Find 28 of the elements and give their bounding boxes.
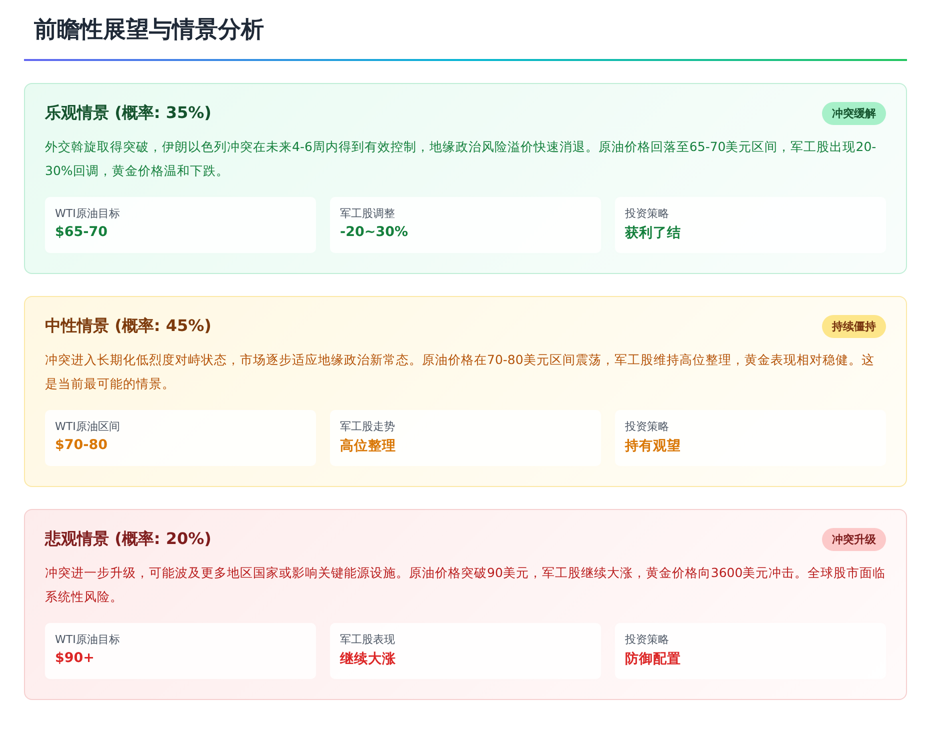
metric-label: WTI原油区间 [55,419,120,434]
metric-label: 军工股表现 [340,632,395,647]
status-badge: 冲突缓解 [822,102,886,125]
metric-value: 获利了结 [625,224,681,242]
status-badge: 持续僵持 [822,315,886,338]
status-badge: 冲突升级 [822,528,886,551]
scenario-description: 外交斡旋取得突破，伊朗以色列冲突在未来4-6周内得到有效控制，地缘政治风险溢价快速消退。原油价格回落至65-70美元区间，军工股出现20-30%回调，黄金价格温和下跌。 [45,138,878,180]
metric-value: $70-80 [55,437,108,453]
section-title: 前瞻性展望与情景分析 [34,16,265,45]
metric-label: WTI原油目标 [55,632,120,647]
metric-value: $90+ [55,650,94,666]
metric-label: 投资策略 [625,419,669,434]
scenario-description: 冲突进入长期化低烈度对峙状态，市场逐步适应地缘政治新常态。原油价格在70-80美元区间震荡，军工股维持高位整理，黄金表现相对稳健。这是当前最可能的情景。 [45,351,876,393]
scenario-title: 悲观情景 (概率: 20%) [45,529,212,550]
metric-value: 继续大涨 [340,650,396,668]
metric-value: 持有观望 [625,437,681,455]
metric-label: 军工股调整 [340,206,395,221]
metric-label: 投资策略 [625,632,669,647]
scenario-title: 中性情景 (概率: 45%) [45,316,212,337]
scenario-title: 乐观情景 (概率: 35%) [45,103,212,124]
metric-value: $65-70 [55,224,108,240]
metric-label: WTI原油目标 [55,206,120,221]
scenario-description: 冲突进一步升级，可能波及更多地区国家或影响关键能源设施。原油价格突破90美元，军工股继续大涨，黄金价格向3600美元冲击。全球股市面临系统性风险。 [45,564,886,606]
metric-value: -20~30% [340,224,408,240]
metric-value: 防御配置 [625,650,681,668]
metric-label: 军工股走势 [340,419,395,434]
metric-value: 高位整理 [340,437,396,455]
metric-label: 投资策略 [625,206,669,221]
